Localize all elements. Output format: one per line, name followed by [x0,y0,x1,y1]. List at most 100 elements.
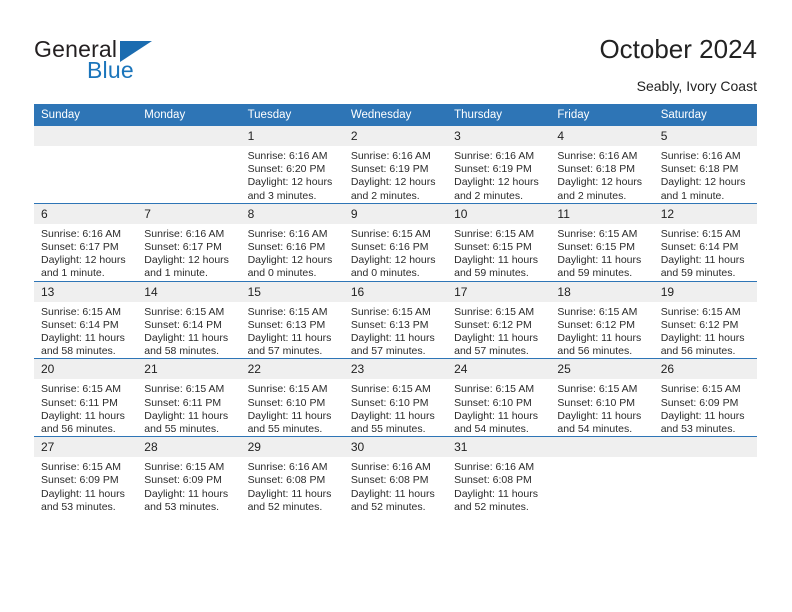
calendar-day-cell[interactable]: 6 Sunrise: 6:16 AM Sunset: 6:17 PM Daylight… [34,202,138,282]
calendar-day-cell[interactable]: 19 Sunrise: 6:15 AM Sunset: 6:12 PM Dayligh… [653,280,757,359]
sunset-text: Sunset: 6:18 PM [557,163,636,176]
day-details: Sunrise: 6:16 AM Sunset: 6:08 PM Daylight:… [241,457,344,514]
daylight-text: Daylight: 11 hours and 57 minutes. [454,332,538,358]
calendar-table: Sunday Monday Tuesday Wednesday Thursday Frid… [34,104,757,515]
weekday-header-friday: Friday [550,104,654,126]
calendar-week-row: 1 Sunrise: 6:16 AM Sunset: 6:20 PM Daylight… [34,126,757,203]
weekday-header-saturday: Saturday [653,104,757,126]
day-number: 12 [653,203,757,224]
sunrise-text: Sunrise: 6:15 AM [350,383,431,396]
calendar-day-cell[interactable]: 17 Sunrise: 6:15 AM Sunset: 6:12 PM Dayligh… [447,280,551,359]
calendar-day-cell[interactable]: 2 Sunrise: 6:16 AM Sunset: 6:19 PM Daylight… [343,126,448,203]
daylight-text: Daylight: 11 hours and 55 minutes. [144,409,229,436]
day-number: 21 [137,359,241,380]
sunrise-text: Sunrise: 6:15 AM [557,227,638,240]
day-number: 11 [550,203,654,224]
sunrise-text: Sunrise: 6:16 AM [144,227,225,240]
sunset-text: Sunset: 6:08 PM [247,474,326,487]
calendar-day-cell[interactable]: 23 Sunrise: 6:15 AM Sunset: 6:10 PM Dayligh… [343,358,448,437]
day-number: 20 [34,359,138,380]
calendar-day-cell[interactable]: 7 Sunrise: 6:16 AM Sunset: 6:17 PM Daylight… [137,202,241,282]
calendar-day-cell[interactable]: 27 Sunrise: 6:15 AM Sunset: 6:09 PM Dayligh… [34,436,138,515]
calendar-day-cell[interactable]: 31 Sunrise: 6:16 AM Sunset: 6:08 PM Dayligh… [447,436,551,515]
calendar-day-cell[interactable]: 30 Sunrise: 6:16 AM Sunset: 6:08 PM Dayligh… [343,436,448,515]
sunrise-text: Sunrise: 6:16 AM [247,150,328,162]
daylight-text: Daylight: 12 hours and 1 minute. [144,254,229,280]
calendar-day-cell[interactable]: 28 Sunrise: 6:15 AM Sunset: 6:09 PM Dayligh… [137,436,241,515]
calendar-day-cell[interactable]: 22 Sunrise: 6:15 AM Sunset: 6:10 PM Dayligh… [240,358,344,437]
day-details: Sunrise: 6:15 AM Sunset: 6:14 PM Daylight:… [137,302,240,359]
sunrise-text: Sunrise: 6:16 AM [247,461,328,474]
calendar-day-cell[interactable]: 13 Sunrise: 6:15 AM Sunset: 6:14 PM Dayligh… [34,280,138,359]
calendar-week-row: 13 Sunrise: 6:15 AM Sunset: 6:14 PM Dayligh… [34,280,757,359]
calendar-day-cell[interactable]: 12 Sunrise: 6:15 AM Sunset: 6:14 PM Dayligh… [653,202,757,282]
calendar-day-cell[interactable]: 20 Sunrise: 6:15 AM Sunset: 6:11 PM Dayligh… [34,358,138,437]
sunset-text: Sunset: 6:09 PM [660,396,739,409]
weekday-header-monday: Monday [137,104,241,126]
calendar-day-cell[interactable]: 18 Sunrise: 6:15 AM Sunset: 6:12 PM Dayligh… [550,280,654,359]
calendar-day-cell[interactable]: 5 Sunrise: 6:16 AM Sunset: 6:18 PM Daylight… [653,126,757,203]
day-number: 6 [34,203,138,224]
calendar-day-cell[interactable]: 29 Sunrise: 6:16 AM Sunset: 6:08 PM Dayligh… [240,436,344,515]
day-details: Sunrise: 6:15 AM Sunset: 6:10 PM Daylight:… [447,379,550,436]
day-details: Sunrise: 6:16 AM Sunset: 6:20 PM Daylight:… [241,146,344,203]
day-number: 19 [653,281,757,302]
day-details: Sunrise: 6:15 AM Sunset: 6:11 PM Daylight:… [34,379,137,436]
day-number: 23 [343,359,448,380]
sunset-text: Sunset: 6:18 PM [660,163,739,176]
daylight-text: Daylight: 11 hours and 57 minutes. [350,332,435,358]
day-number: 17 [447,281,551,302]
sunset-text: Sunset: 6:08 PM [350,474,429,487]
calendar-day-cell[interactable]: 26 Sunrise: 6:15 AM Sunset: 6:09 PM Dayligh… [653,358,757,437]
sunrise-text: Sunrise: 6:15 AM [144,461,225,474]
daylight-text: Daylight: 11 hours and 52 minutes. [350,487,435,513]
day-details: Sunrise: 6:15 AM Sunset: 6:12 PM Daylight:… [550,302,653,359]
day-number: 26 [653,359,757,380]
sunrise-text: Sunrise: 6:15 AM [247,305,328,318]
day-number: 5 [653,126,757,146]
calendar-day-cell[interactable]: 10 Sunrise: 6:15 AM Sunset: 6:15 PM Dayligh… [447,202,551,282]
sunrise-text: Sunrise: 6:15 AM [454,227,535,240]
calendar-day-cell[interactable]: 1 Sunrise: 6:16 AM Sunset: 6:20 PM Daylight… [240,126,344,203]
sunrise-text: Sunrise: 6:16 AM [454,461,535,474]
daylight-text: Daylight: 11 hours and 59 minutes. [557,254,642,280]
calendar-day-cell[interactable]: 15 Sunrise: 6:15 AM Sunset: 6:13 PM Dayligh… [240,280,344,359]
calendar-day-cell[interactable]: 4 Sunrise: 6:16 AM Sunset: 6:18 PM Daylight… [550,126,654,203]
calendar-day-cell[interactable]: 16 Sunrise: 6:15 AM Sunset: 6:13 PM Dayligh… [343,280,448,359]
calendar-day-cell[interactable]: 14 Sunrise: 6:15 AM Sunset: 6:14 PM Dayligh… [137,280,241,359]
calendar-week-row: 27 Sunrise: 6:15 AM Sunset: 6:09 PM Dayligh… [34,436,757,515]
calendar-day-cell-empty [34,126,138,203]
logo-text-blue: Blue [87,57,134,83]
calendar-day-cell[interactable]: 24 Sunrise: 6:15 AM Sunset: 6:10 PM Dayligh… [447,358,551,437]
sunrise-text: Sunrise: 6:16 AM [350,461,431,474]
weekday-header-wednesday: Wednesday [343,104,448,126]
calendar-day-cell[interactable]: 3 Sunrise: 6:16 AM Sunset: 6:19 PM Daylight… [447,126,551,203]
daylight-text: Daylight: 12 hours and 1 minute. [41,254,126,280]
day-number: 14 [137,281,241,302]
sunrise-text: Sunrise: 6:15 AM [660,383,741,396]
calendar-day-cell[interactable]: 21 Sunrise: 6:15 AM Sunset: 6:11 PM Dayligh… [137,358,241,437]
day-number: 3 [447,126,551,146]
day-number: 29 [240,437,344,458]
calendar-day-cell[interactable]: 25 Sunrise: 6:15 AM Sunset: 6:10 PM Dayligh… [550,358,654,437]
day-number: 7 [137,203,241,224]
calendar-day-cell[interactable]: 11 Sunrise: 6:15 AM Sunset: 6:15 PM Dayligh… [550,202,654,282]
daylight-text: Daylight: 11 hours and 53 minutes. [144,487,229,513]
sunset-text: Sunset: 6:11 PM [41,396,118,409]
day-details: Sunrise: 6:15 AM Sunset: 6:12 PM Daylight:… [654,302,757,359]
day-details: Sunrise: 6:16 AM Sunset: 6:19 PM Daylight:… [447,146,550,203]
day-details: Sunrise: 6:15 AM Sunset: 6:14 PM Daylight:… [654,224,757,281]
day-number [137,126,241,146]
general-blue-logo[interactable]: General Blue [34,36,234,90]
day-number: 27 [34,437,138,458]
day-details: Sunrise: 6:15 AM Sunset: 6:11 PM Daylight:… [137,379,240,436]
sunset-text: Sunset: 6:19 PM [454,163,532,176]
calendar-day-cell[interactable]: 9 Sunrise: 6:15 AM Sunset: 6:16 PM Daylight… [343,202,448,282]
page-header: General Blue October 2024 Seably, Ivory … [0,0,792,98]
day-details: Sunrise: 6:15 AM Sunset: 6:10 PM Daylight:… [550,379,653,436]
calendar-day-cell[interactable]: 8 Sunrise: 6:16 AM Sunset: 6:16 PM Daylight… [240,202,344,282]
sunrise-text: Sunrise: 6:15 AM [41,383,121,396]
sunset-text: Sunset: 6:16 PM [247,241,326,254]
daylight-text: Daylight: 11 hours and 53 minutes. [41,487,125,513]
sunset-text: Sunset: 6:09 PM [144,474,222,487]
